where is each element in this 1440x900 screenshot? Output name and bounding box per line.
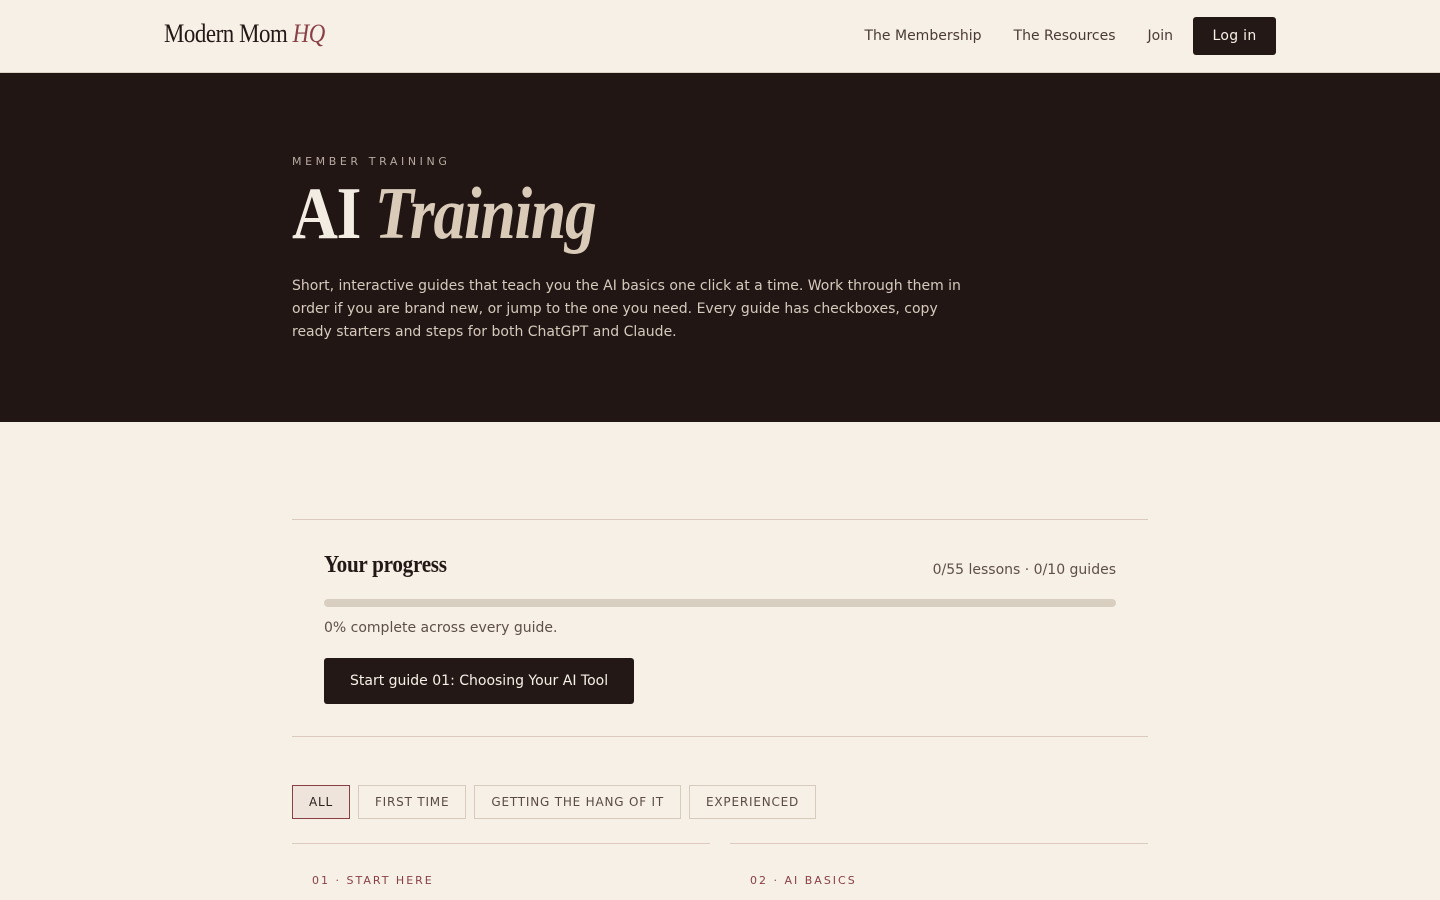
login-button[interactable]: Log in <box>1193 17 1276 55</box>
progress-counts: 0/55 lessons · 0/10 guides <box>932 562 1116 578</box>
guide-card-tag: 01 · START HERE <box>312 874 434 887</box>
hero-eyebrow: MEMBER TRAINING <box>292 155 451 168</box>
hero-description: Short, interactive guides that teach you… <box>292 278 961 340</box>
nav-link-resources[interactable]: The Resources <box>1014 28 1116 44</box>
nav-link-join[interactable]: Join <box>1148 28 1173 44</box>
progress-title: Your progress <box>324 552 447 578</box>
top-navigation-bar: Modern Mom HQ The Membership The Resourc… <box>0 0 1440 73</box>
main-nav: The Membership The Resources Join Log in <box>865 17 1276 55</box>
filter-experienced[interactable]: EXPERIENCED <box>689 785 817 819</box>
guide-card[interactable]: 01 · START HERE <box>292 843 710 900</box>
filter-first-time[interactable]: FIRST TIME <box>357 785 467 819</box>
filter-getting-the-hang-of-it[interactable]: GETTING THE HANG OF IT <box>474 785 682 819</box>
progress-panel: Your progress 0/55 lessons · 0/10 guides… <box>292 519 1148 737</box>
page-title-accent: Training <box>374 173 597 255</box>
hero-section: MEMBER TRAINING AI Training Short, inter… <box>0 73 1440 422</box>
page-title: AI Training <box>292 177 597 251</box>
progress-bar <box>324 599 1116 607</box>
progress-note: 0% complete across every guide. <box>324 620 558 636</box>
brand-logo[interactable]: Modern Mom HQ <box>164 19 325 49</box>
logo-accent-text: HQ <box>292 19 326 48</box>
level-filters: ALL FIRST TIME GETTING THE HANG OF IT EX… <box>292 785 824 819</box>
logo-text: Modern Mom <box>164 19 288 48</box>
start-guide-button[interactable]: Start guide 01: Choosing Your AI Tool <box>324 658 635 704</box>
page-title-main: AI <box>292 173 361 255</box>
nav-link-membership[interactable]: The Membership <box>865 28 982 44</box>
guide-card[interactable]: 02 · AI BASICS <box>730 843 1148 900</box>
guide-card-tag: 02 · AI BASICS <box>750 874 857 887</box>
filter-all[interactable]: ALL <box>292 785 350 819</box>
